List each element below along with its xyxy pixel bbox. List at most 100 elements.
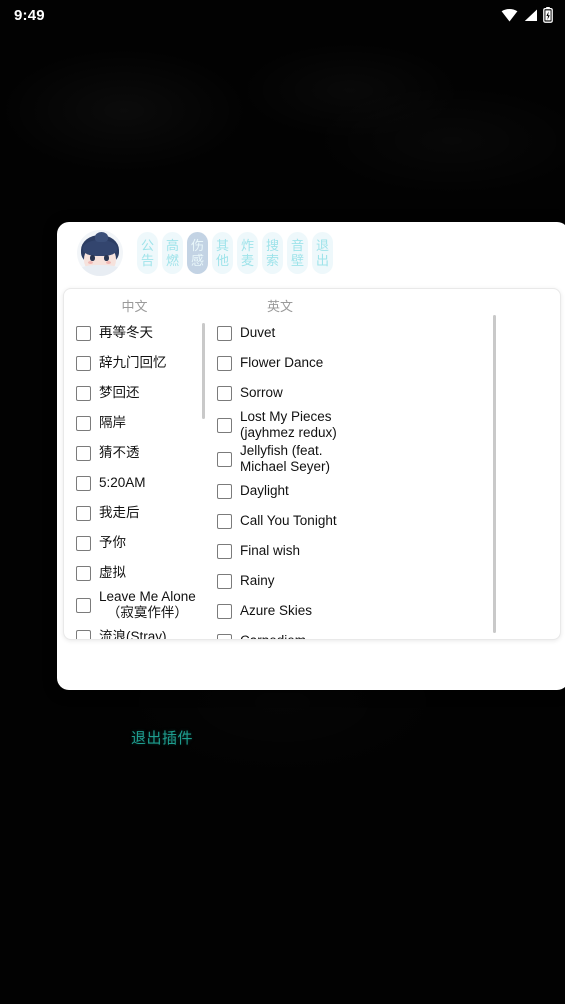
plugin-header: 公 告 高 燃 伤 感 其 他 炸 麦 搜 索 音 壁 退 出 — [57, 222, 565, 284]
checkbox[interactable] — [217, 483, 232, 499]
list-item[interactable]: 流浪(Stray) — [76, 622, 197, 640]
tab-char: 音 — [290, 238, 304, 253]
avatar-hair-tuft — [95, 232, 108, 242]
tab-mic-blast[interactable]: 炸 麦 — [237, 232, 258, 274]
empty-column-area — [355, 289, 560, 639]
list-item[interactable]: Lost My Pieces (jayhmez redux) — [217, 408, 347, 442]
list-item[interactable]: Carpediem — [217, 626, 347, 639]
checkbox[interactable] — [217, 603, 232, 619]
song-title: Rainy — [240, 573, 275, 588]
cellular-signal-icon — [524, 9, 537, 21]
song-title: 再等冬天 — [99, 325, 153, 340]
checkbox[interactable] — [76, 355, 91, 371]
tab-sound-wall[interactable]: 音 壁 — [287, 232, 308, 274]
song-title: 予你 — [99, 535, 126, 550]
avatar[interactable] — [77, 230, 123, 276]
list-item[interactable]: 虚拟 — [76, 558, 197, 588]
tab-char: 出 — [315, 253, 329, 268]
song-title: Azure Skies — [240, 603, 313, 618]
tab-char: 搜 — [265, 238, 279, 253]
tab-char: 公 — [140, 238, 154, 253]
list-item[interactable]: 隔岸 — [76, 408, 197, 438]
checkbox[interactable] — [217, 355, 232, 371]
song-title: Jellyfish (feat. Michael Seyer) — [240, 443, 331, 474]
checkbox[interactable] — [217, 513, 232, 529]
checkbox[interactable] — [76, 505, 91, 521]
tab-char: 麦 — [240, 253, 254, 268]
list-item[interactable]: 梦回还 — [76, 378, 197, 408]
tab-char: 燃 — [165, 253, 179, 268]
checkbox[interactable] — [76, 385, 91, 401]
checkbox[interactable] — [217, 417, 232, 433]
song-title: Lost My Pieces (jayhmez redux) — [240, 409, 337, 440]
tab-search[interactable]: 搜 索 — [262, 232, 283, 274]
song-title: Final wish — [240, 543, 301, 558]
avatar-collar — [80, 265, 120, 276]
list-item[interactable]: Sorrow — [217, 378, 347, 408]
checkbox[interactable] — [76, 597, 91, 613]
checkbox[interactable] — [76, 325, 91, 341]
tab-sad[interactable]: 伤 感 — [187, 232, 208, 274]
list-item[interactable]: 猜不透 — [76, 438, 197, 468]
status-bar-icons — [501, 7, 553, 23]
song-title: Duvet — [240, 325, 276, 340]
list-item[interactable]: Jellyfish (feat. Michael Seyer) — [217, 442, 347, 476]
list-item[interactable]: 5:20AM — [76, 468, 197, 498]
song-title: Daylight — [240, 483, 289, 498]
song-title: Carpediem — [240, 633, 306, 639]
song-title: Leave Me Alone （寂寞作伴） — [99, 589, 196, 620]
plugin-panel: 公 告 高 燃 伤 感 其 他 炸 麦 搜 索 音 壁 退 出 中文 再等冬天 … — [57, 222, 565, 690]
checkbox[interactable] — [217, 633, 232, 639]
song-title: Call You Tonight — [240, 513, 337, 528]
list-item[interactable]: 辞九门回忆 — [76, 348, 197, 378]
tab-char: 炸 — [240, 238, 254, 253]
tab-char: 他 — [215, 253, 229, 268]
song-list-chinese[interactable]: 再等冬天 辞九门回忆 梦回还 隔岸 猜不透 5:20AM 我走后 予你 虚拟 L… — [64, 318, 205, 640]
song-column-chinese: 中文 再等冬天 辞九门回忆 梦回还 隔岸 猜不透 5:20AM 我走后 予你 虚… — [64, 289, 205, 639]
tab-char: 退 — [315, 238, 329, 253]
song-title: 梦回还 — [99, 385, 140, 400]
avatar-blush-right — [106, 261, 111, 264]
checkbox[interactable] — [217, 385, 232, 401]
checkbox[interactable] — [217, 543, 232, 559]
list-item[interactable]: Duvet — [217, 318, 347, 348]
checkbox[interactable] — [217, 451, 232, 467]
song-title: Sorrow — [240, 385, 283, 400]
tab-char: 壁 — [290, 253, 304, 268]
list-item[interactable]: Final wish — [217, 536, 347, 566]
checkbox[interactable] — [217, 325, 232, 341]
list-item[interactable]: Leave Me Alone （寂寞作伴） — [76, 588, 197, 622]
list-item[interactable]: Flower Dance — [217, 348, 347, 378]
song-list-panel: 中文 再等冬天 辞九门回忆 梦回还 隔岸 猜不透 5:20AM 我走后 予你 虚… — [63, 288, 561, 640]
status-bar: 9:49 — [0, 0, 565, 30]
checkbox[interactable] — [76, 565, 91, 581]
song-list-english[interactable]: Duvet Flower Dance Sorrow Lost My Pieces… — [205, 318, 355, 639]
avatar-blush-left — [88, 261, 93, 264]
tab-char: 伤 — [190, 238, 204, 253]
checkbox[interactable] — [76, 629, 91, 639]
checkbox[interactable] — [76, 535, 91, 551]
list-item[interactable]: 予你 — [76, 528, 197, 558]
tab-exit[interactable]: 退 出 — [312, 232, 333, 274]
checkbox[interactable] — [76, 445, 91, 461]
tab-high-energy[interactable]: 高 燃 — [162, 232, 183, 274]
tab-other[interactable]: 其 他 — [212, 232, 233, 274]
list-item[interactable]: Azure Skies — [217, 596, 347, 626]
checkbox[interactable] — [217, 573, 232, 589]
wifi-icon — [501, 9, 518, 22]
checkbox[interactable] — [76, 415, 91, 431]
song-title: 5:20AM — [99, 475, 146, 490]
song-title: 流浪(Stray) — [99, 629, 167, 640]
list-item[interactable]: Rainy — [217, 566, 347, 596]
list-item[interactable]: 我走后 — [76, 498, 197, 528]
song-title: 隔岸 — [99, 415, 126, 430]
list-item[interactable]: Call You Tonight — [217, 506, 347, 536]
list-item[interactable]: 再等冬天 — [76, 318, 197, 348]
song-title: 虚拟 — [99, 565, 126, 580]
exit-plugin-link[interactable]: 退出插件 — [131, 727, 193, 748]
list-item[interactable]: Daylight — [217, 476, 347, 506]
category-tab-strip: 公 告 高 燃 伤 感 其 他 炸 麦 搜 索 音 壁 退 出 — [137, 232, 333, 274]
checkbox[interactable] — [76, 475, 91, 491]
tab-announcements[interactable]: 公 告 — [137, 232, 158, 274]
song-title: 猜不透 — [99, 445, 140, 460]
